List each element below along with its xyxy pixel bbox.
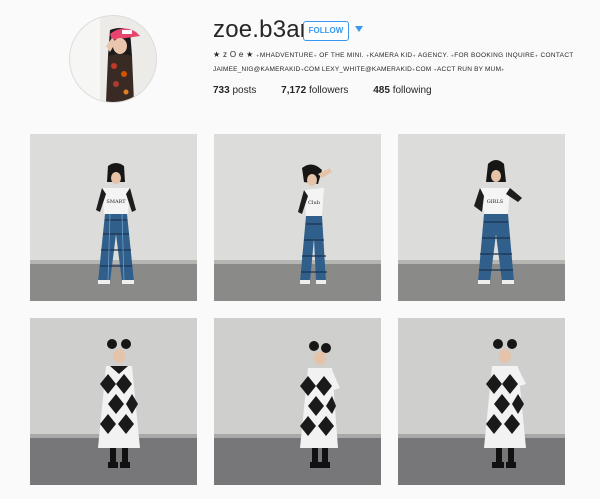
- follow-button[interactable]: FOLLOW: [303, 21, 349, 41]
- profile-avatar[interactable]: [70, 16, 156, 102]
- followers-stat[interactable]: 7,172 followers: [281, 85, 348, 96]
- profile-stats: 733 posts 7,172 followers 485 following: [213, 85, 454, 96]
- following-stat[interactable]: 485 following: [373, 85, 431, 96]
- post-tile[interactable]: [398, 318, 565, 485]
- post-tile[interactable]: Club: [214, 134, 381, 301]
- svg-text:SMART: SMART: [106, 199, 126, 205]
- post-tile[interactable]: SMART: [30, 134, 197, 301]
- followers-count: 7,172: [281, 85, 307, 96]
- followers-label: followers: [308, 85, 349, 96]
- svg-text:GIRLS: GIRLS: [487, 199, 504, 205]
- posts-count: 733: [213, 85, 230, 96]
- post-tile[interactable]: GIRLS: [398, 134, 565, 301]
- profile-username: zoe.b3an: [213, 16, 314, 43]
- post-tile[interactable]: [30, 318, 197, 485]
- posts-stat: 733 posts: [213, 85, 256, 96]
- post-tile[interactable]: [214, 318, 381, 485]
- caret-down-icon[interactable]: [354, 22, 364, 36]
- following-label: following: [392, 85, 432, 96]
- profile-bio: ★ z O e ★ ₊MHADVENTURE₊ OF THE MINI. ₊KA…: [213, 50, 574, 59]
- svg-text:Club: Club: [308, 200, 320, 206]
- bio-name: ★ z O e ★: [213, 50, 254, 59]
- bio-contact: JAIMEE_NIG@KAMERAKID₊COM LEXY_WHITE@KAME…: [213, 66, 505, 73]
- bio-text: ₊MHADVENTURE₊ OF THE MINI. ₊KAMERA KID₊ …: [256, 52, 574, 59]
- following-count: 485: [373, 85, 390, 96]
- posts-label: posts: [232, 85, 257, 96]
